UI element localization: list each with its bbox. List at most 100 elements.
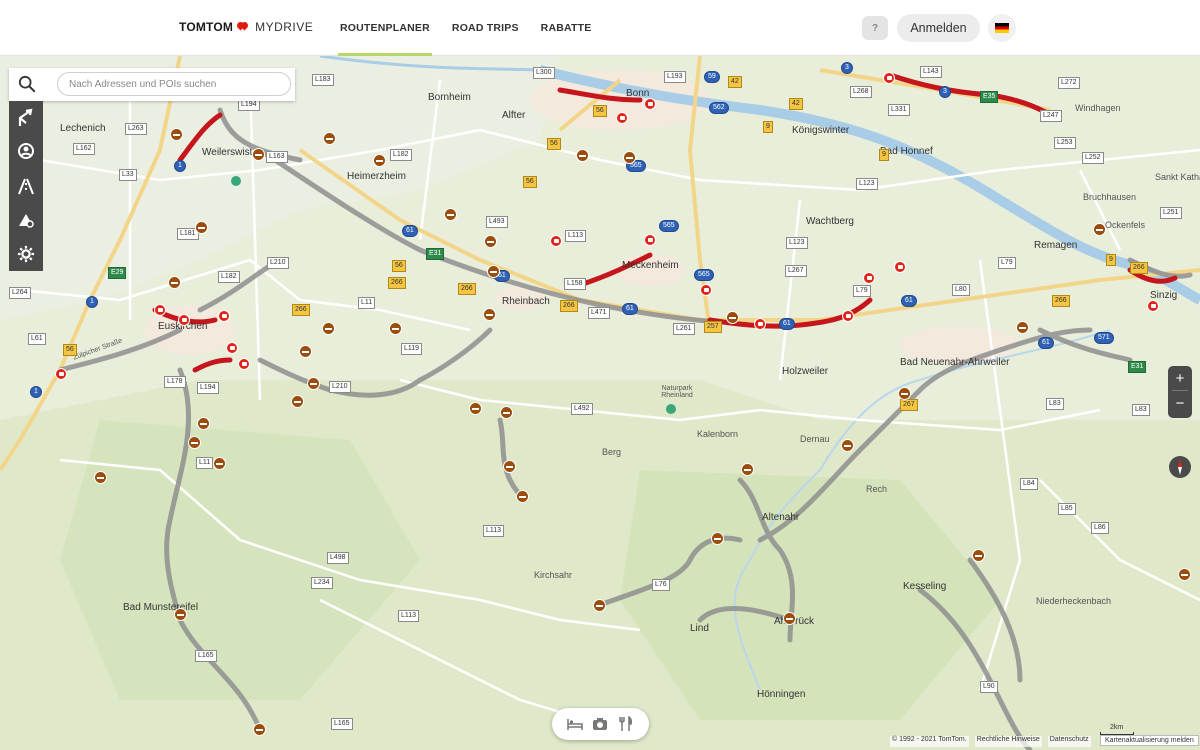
traffic-jam-icon[interactable]	[842, 310, 854, 322]
roadwork-incident-icon[interactable]	[487, 265, 500, 278]
roadwork-incident-icon[interactable]	[253, 723, 266, 736]
compass-icon[interactable]	[1169, 456, 1191, 478]
traffic-button[interactable]	[9, 169, 43, 203]
tab-road-trips[interactable]: ROAD TRIPS	[452, 0, 519, 56]
roadwork-incident-icon[interactable]	[516, 490, 529, 503]
traffic-jam-icon[interactable]	[894, 261, 906, 273]
european-route-shield: E31	[1128, 361, 1147, 373]
motorway-shield: 59	[704, 71, 720, 83]
traffic-jam-icon[interactable]	[1147, 300, 1159, 312]
roadwork-incident-icon[interactable]	[741, 463, 754, 476]
roadwork-incident-icon[interactable]	[483, 308, 496, 321]
hotel-filter-button[interactable]	[565, 714, 585, 734]
tab-rabatte[interactable]: RABATTE	[541, 0, 592, 56]
legal-link[interactable]: Rechtliche Hinweise	[974, 736, 1042, 747]
roadwork-incident-icon[interactable]	[307, 377, 320, 390]
roadwork-incident-icon[interactable]	[252, 148, 265, 161]
map-canvas[interactable]: Bornheim Alfter Bonn Königswinter Bad Ho…	[0, 56, 1200, 750]
roadwork-incident-icon[interactable]	[711, 532, 724, 545]
traffic-jam-icon[interactable]	[238, 358, 250, 370]
roadwork-incident-icon[interactable]	[168, 276, 181, 289]
zoom-in-button[interactable]: +	[1168, 366, 1192, 390]
search-input[interactable]	[57, 72, 291, 96]
map-footer: © 1992 - 2021 TomTom. Rechtliche Hinweis…	[890, 736, 1091, 747]
route-type-button[interactable]	[9, 203, 43, 237]
roadwork-incident-icon[interactable]	[197, 417, 210, 430]
roadwork-incident-icon[interactable]	[623, 151, 636, 164]
federal-road-shield: 56	[593, 105, 607, 117]
road-label: L61	[28, 333, 46, 345]
search-panel	[9, 68, 295, 101]
federal-road-shield: 56	[63, 344, 77, 356]
roadwork-incident-icon[interactable]	[188, 436, 201, 449]
roadwork-incident-icon[interactable]	[1178, 568, 1191, 581]
roadwork-incident-icon[interactable]	[500, 406, 513, 419]
roadwork-incident-icon[interactable]	[322, 322, 335, 335]
road-label: L268	[850, 86, 872, 98]
traffic-jam-icon[interactable]	[616, 112, 628, 124]
roadwork-incident-icon[interactable]	[841, 439, 854, 452]
roadwork-incident-icon[interactable]	[94, 471, 107, 484]
roadwork-incident-icon[interactable]	[213, 457, 226, 470]
roadwork-incident-icon[interactable]	[1016, 321, 1029, 334]
sights-filter-button[interactable]	[590, 714, 610, 734]
settings-button[interactable]	[9, 237, 43, 271]
traffic-jam-icon[interactable]	[154, 304, 166, 316]
road-label: L178	[164, 376, 186, 388]
roadwork-incident-icon[interactable]	[389, 322, 402, 335]
place-label: Bad Neuenahr-Ahrweiler	[900, 357, 1010, 368]
zoom-out-button[interactable]: −	[1168, 391, 1192, 415]
traffic-jam-icon[interactable]	[178, 314, 190, 326]
roadwork-incident-icon[interactable]	[898, 387, 911, 400]
traffic-jam-icon[interactable]	[226, 342, 238, 354]
traffic-jam-icon[interactable]	[883, 72, 895, 84]
federal-road-shield: 257	[704, 321, 722, 333]
roadwork-incident-icon[interactable]	[299, 345, 312, 358]
my-places-button[interactable]	[9, 135, 43, 169]
roadwork-incident-icon[interactable]	[576, 149, 589, 162]
roadwork-incident-icon[interactable]	[291, 395, 304, 408]
roadwork-incident-icon[interactable]	[170, 128, 183, 141]
traffic-jam-icon[interactable]	[754, 318, 766, 330]
search-icon[interactable]	[18, 75, 36, 93]
traffic-jam-icon[interactable]	[55, 368, 67, 380]
roadwork-incident-icon[interactable]	[323, 132, 336, 145]
route-type-icon	[19, 214, 34, 228]
road-label: L163	[266, 151, 288, 163]
roadwork-incident-icon[interactable]	[503, 460, 516, 473]
traffic-jam-icon[interactable]	[863, 272, 875, 284]
privacy-link[interactable]: Datenschutz	[1047, 736, 1091, 747]
road-label: L11	[196, 457, 214, 469]
roadwork-incident-icon[interactable]	[195, 221, 208, 234]
roadwork-incident-icon[interactable]	[593, 599, 606, 612]
tab-routenplaner[interactable]: ROUTENPLANER	[338, 0, 432, 56]
route-planner-button[interactable]	[9, 101, 43, 135]
european-route-shield: E31	[426, 248, 445, 260]
login-button[interactable]: Anmelden	[897, 14, 980, 42]
restaurant-filter-button[interactable]	[616, 714, 636, 734]
road-label: L193	[664, 71, 686, 83]
roadwork-incident-icon[interactable]	[469, 402, 482, 415]
roadwork-incident-icon[interactable]	[726, 311, 739, 324]
roadwork-incident-icon[interactable]	[174, 608, 187, 621]
federal-road-shield: 9	[763, 121, 773, 133]
place-label: Alfter	[502, 110, 526, 121]
traffic-jam-icon[interactable]	[644, 98, 656, 110]
roadwork-incident-icon[interactable]	[373, 154, 386, 167]
traffic-jam-icon[interactable]	[644, 234, 656, 246]
road-label: L194	[197, 382, 219, 394]
roadwork-incident-icon[interactable]	[972, 549, 985, 562]
tomtom-logo[interactable]: TOMTOM MYDRIVE	[179, 20, 313, 34]
roadwork-incident-icon[interactable]	[783, 612, 796, 625]
report-map-update-button[interactable]: Kartenaktualisierung melden	[1100, 735, 1199, 746]
place-label: Sankt Katharinen	[1155, 172, 1200, 182]
traffic-jam-icon[interactable]	[550, 235, 562, 247]
language-selector-button[interactable]	[988, 14, 1016, 42]
traffic-jam-icon[interactable]	[700, 284, 712, 296]
roadwork-incident-icon[interactable]	[484, 235, 497, 248]
route-icon	[18, 108, 33, 126]
help-button[interactable]: ?	[862, 16, 888, 40]
roadwork-incident-icon[interactable]	[1093, 223, 1106, 236]
roadwork-incident-icon[interactable]	[444, 208, 457, 221]
traffic-jam-icon[interactable]	[218, 310, 230, 322]
